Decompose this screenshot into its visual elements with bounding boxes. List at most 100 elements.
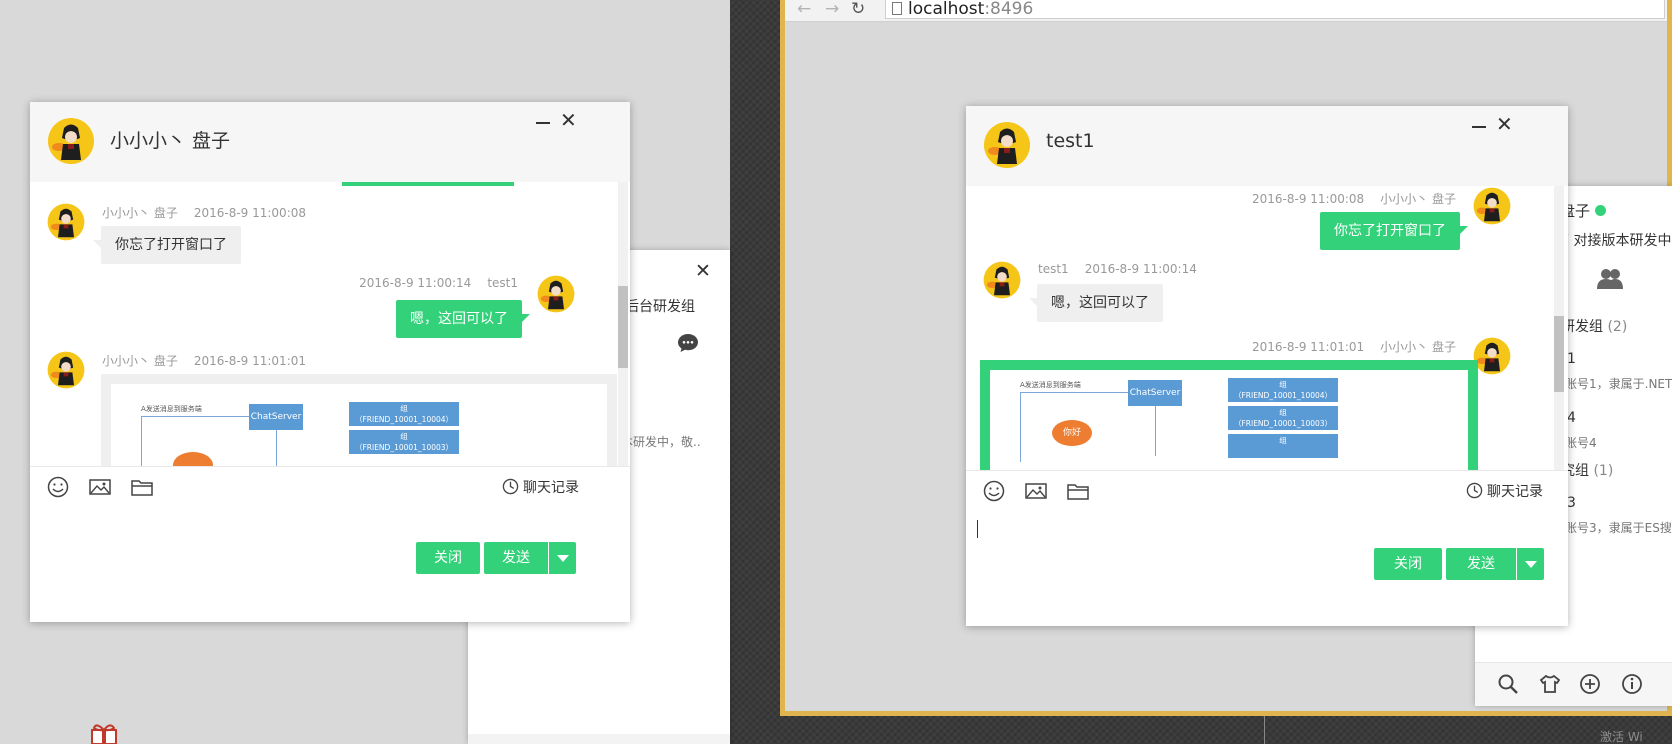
taskbar-divider	[1264, 716, 1265, 744]
chat-window: 小小小丶 盘子 ✕ 小小小丶 盘子 2016-8-9 11:00:08 你忘了打开…	[30, 102, 630, 622]
incoming-message: 你忘了打开窗口了	[93, 226, 241, 264]
skin-icon[interactable]	[1539, 673, 1561, 695]
diagram-group: 组（FRIEND_10001_10004）	[1228, 378, 1338, 402]
close-button[interactable]: 关闭	[416, 542, 480, 574]
diagram-bubble	[173, 452, 213, 466]
image-icon[interactable]	[1024, 480, 1048, 502]
diagram-group: 组（FRIEND_10001_10004）	[349, 402, 459, 426]
self-avatar	[1472, 186, 1512, 226]
diagram-arrow	[141, 416, 142, 466]
previous-message-bubble	[342, 182, 514, 186]
send-button[interactable]: 发送	[484, 542, 548, 574]
chat-history-button[interactable]: 聊天记录	[1466, 481, 1543, 501]
page-icon	[892, 2, 902, 15]
online-status-dot	[1595, 205, 1607, 216]
diagram-server: ChatServer	[1128, 380, 1182, 406]
group-status: 本研发中，敬..	[621, 435, 701, 449]
diagram-group: 组（FRIEND_10001_10003）	[349, 430, 459, 454]
scrollbar[interactable]	[618, 182, 628, 466]
chat-window: test1 ✕ 2016-8-9 11:00:08 小小小丶 盘子 你忘了打开窗口…	[966, 106, 1568, 626]
folder-icon[interactable]	[1066, 480, 1090, 502]
sender-avatar	[982, 260, 1022, 300]
image-message[interactable]: A发送消息到服务端 ChatServer 组（FRIEND_10001_1000…	[980, 360, 1478, 470]
scrollbar-thumb[interactable]	[618, 286, 628, 368]
friend-name[interactable]: 4	[1567, 410, 1576, 426]
message-meta: test1 2016-8-9 11:00:14	[1038, 262, 1197, 276]
friend-signature: 账号3，隶属于ES搜索	[1565, 521, 1672, 535]
self-avatar	[1472, 336, 1512, 376]
contact-avatar	[982, 120, 1032, 170]
taskbar-text: 激活 Wi	[1600, 730, 1643, 744]
image-icon[interactable]	[88, 476, 112, 498]
emoji-icon[interactable]	[982, 480, 1006, 502]
friend-signature: 账号4	[1565, 436, 1597, 450]
forward-button[interactable]: →	[825, 0, 839, 18]
message-meta: 2016-8-9 11:01:01 小小小丶 盘子	[1251, 340, 1456, 354]
reload-button[interactable]: ↻	[851, 0, 865, 18]
send-options-dropdown[interactable]	[1516, 548, 1544, 580]
message-list: 2016-8-9 11:00:08 小小小丶 盘子 你忘了打开窗口了 test1 2…	[966, 186, 1568, 470]
chat-title: 小小小丶 盘子	[110, 130, 231, 152]
address-bar[interactable]: localhost:8496	[885, 0, 1665, 19]
chat-header: test1 ✕	[966, 106, 1568, 186]
message-meta: 2016-8-9 11:00:14 test1	[359, 276, 518, 290]
diagram-group: 组（FRIEND_10001_10003）	[1228, 406, 1338, 430]
image-message[interactable]: A发送消息到服务端 ChatServer 组（FRIEND_10001_1000…	[101, 374, 617, 466]
message-meta: 小小小丶 盘子 2016-8-9 11:00:08	[102, 206, 307, 220]
search-icon[interactable]	[1497, 673, 1519, 695]
panel-footer	[468, 734, 730, 744]
group-name: 后台研发组	[625, 299, 695, 315]
group-item[interactable]: 研发组 (2)	[1561, 316, 1627, 336]
architecture-diagram: A发送消息到服务端 ChatServer 组（FRIEND_10001_1000…	[990, 370, 1468, 470]
message-list: 小小小丶 盘子 2016-8-9 11:00:08 你忘了打开窗口了 2016-8…	[30, 182, 630, 466]
diagram-server: ChatServer	[249, 404, 303, 430]
incoming-message: 嗯，这回可以了	[1029, 284, 1163, 322]
info-icon[interactable]	[1621, 673, 1643, 695]
back-button[interactable]: ←	[797, 0, 811, 18]
friend-name[interactable]: 1	[1567, 351, 1576, 367]
gift-icon[interactable]	[86, 722, 122, 744]
close-icon[interactable]: ✕	[695, 260, 711, 282]
add-icon[interactable]	[1579, 673, 1601, 695]
chat-bubble-icon[interactable]	[677, 332, 699, 354]
scrollbar[interactable]	[1554, 186, 1564, 470]
message-meta: 2016-8-9 11:00:08 小小小丶 盘子	[1251, 192, 1456, 206]
minimize-icon[interactable]	[1472, 126, 1486, 128]
send-options-dropdown[interactable]	[548, 542, 576, 574]
diagram-arrow	[141, 416, 249, 417]
chat-toolbar: 聊天记录	[30, 466, 630, 506]
panel-footer-toolbar	[1475, 662, 1672, 706]
close-icon[interactable]: ✕	[560, 108, 577, 132]
chat-toolbar: 聊天记录	[966, 470, 1568, 510]
architecture-diagram: A发送消息到服务端 ChatServer 组（FRIEND_10001_1000…	[111, 384, 607, 466]
diagram-bubble: 你好	[1052, 420, 1092, 446]
diagram-arrow	[1155, 406, 1156, 456]
chat-history-button[interactable]: 聊天记录	[502, 477, 579, 497]
diagram-caption: A发送消息到服务端	[1020, 381, 1081, 389]
message-meta: 小小小丶 盘子 2016-8-9 11:01:01	[102, 354, 307, 368]
contacts-tab-icon[interactable]	[1596, 268, 1624, 290]
chat-header: 小小小丶 盘子 ✕	[30, 102, 630, 182]
outgoing-message: 嗯，这回可以了	[396, 300, 530, 338]
url-port: :8496	[984, 0, 1034, 19]
close-button[interactable]: 关闭	[1374, 548, 1442, 580]
friend-name[interactable]: 3	[1567, 495, 1576, 511]
group-item[interactable]: 究组 (1)	[1561, 460, 1613, 480]
diagram-arrow	[276, 430, 277, 466]
send-button[interactable]: 发送	[1446, 548, 1516, 580]
sender-avatar	[46, 350, 86, 390]
folder-icon[interactable]	[130, 476, 154, 498]
diagram-group: 组	[1228, 434, 1338, 458]
contact-avatar	[46, 116, 96, 166]
minimize-icon[interactable]	[536, 122, 550, 124]
close-icon[interactable]: ✕	[1496, 112, 1513, 136]
sender-avatar	[46, 202, 86, 242]
browser-toolbar: ← → ↻ localhost:8496	[785, 0, 1667, 22]
url-host: localhost	[908, 0, 985, 19]
scrollbar-thumb[interactable]	[1554, 316, 1564, 392]
user-signature[interactable]: 丁 对接版本研发中	[1555, 230, 1671, 250]
diagram-arrow	[1020, 392, 1021, 462]
clock-icon	[1466, 482, 1483, 499]
self-avatar	[536, 274, 576, 314]
emoji-icon[interactable]	[46, 476, 70, 498]
